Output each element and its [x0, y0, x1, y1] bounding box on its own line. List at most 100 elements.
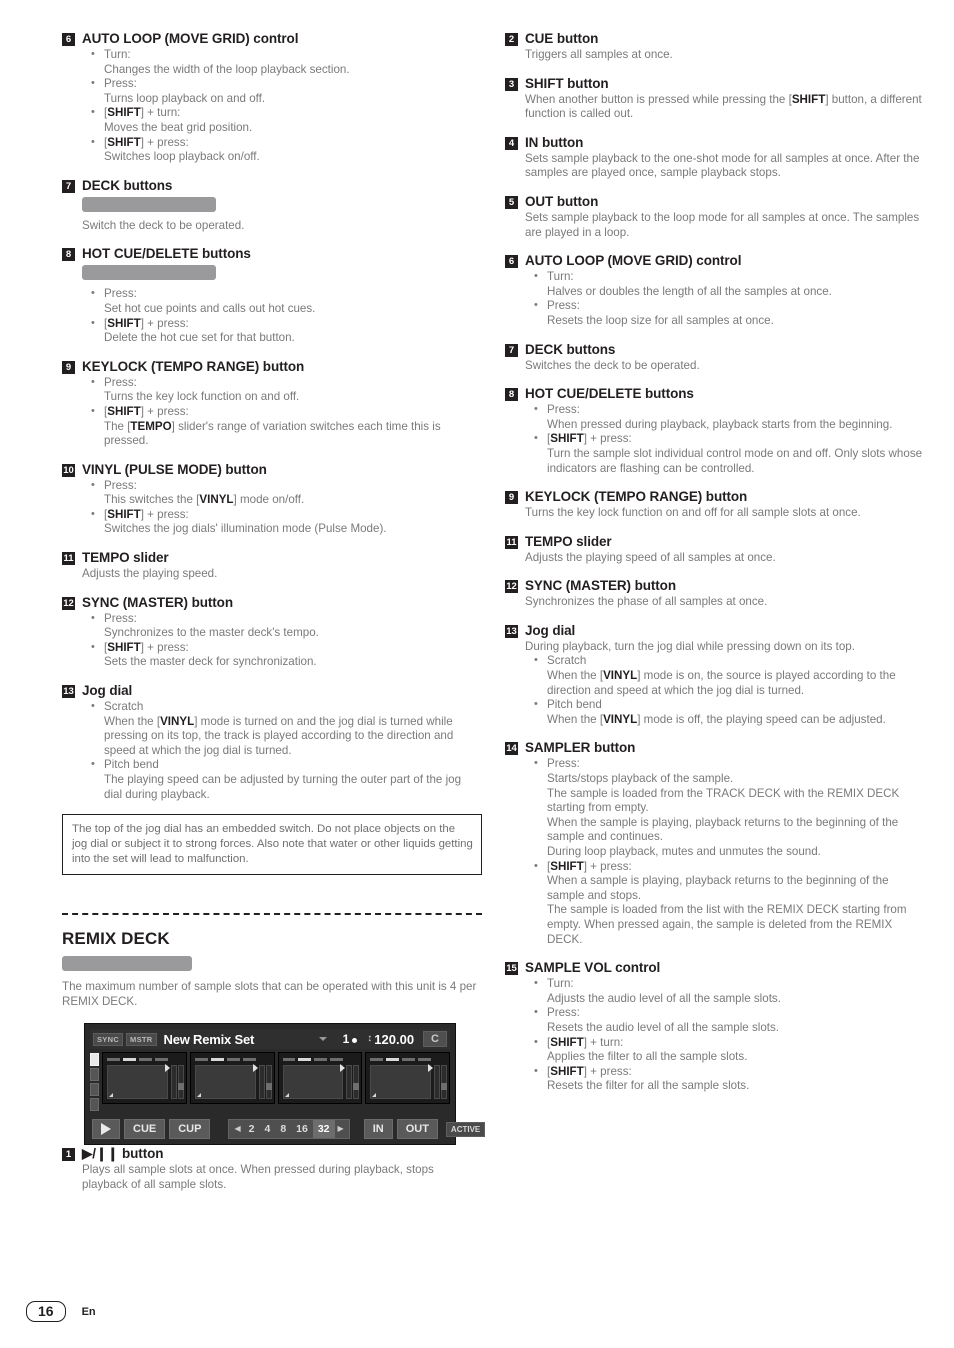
slot-led-icon — [90, 1083, 99, 1097]
slot-play-icon — [428, 1064, 433, 1073]
bullet-text: When the [VINYL] mode is on, the source … — [547, 669, 896, 697]
bullet-label: Press: — [525, 1005, 925, 1021]
slot-volume-fader[interactable] — [177, 1065, 184, 1100]
bullet-label: Press: — [82, 286, 482, 302]
entry-heading: 11 TEMPO slider — [62, 549, 482, 566]
bullet-text: Moves the beat grid position. — [104, 120, 253, 134]
slot-filter-fader[interactable] — [170, 1065, 177, 1100]
slot-volume-fader[interactable] — [353, 1065, 360, 1100]
play-button[interactable] — [92, 1119, 120, 1140]
right-column: 2 CUE button Triggers all samples at once.… — [505, 30, 925, 1106]
manual-entry: 5 OUT button Sets sample playback to the l… — [505, 193, 925, 240]
manual-entry: 2 CUE button Triggers all samples at once. — [505, 30, 925, 63]
loop-out-button[interactable]: OUT — [396, 1119, 438, 1140]
bullet-label: Press: — [82, 611, 482, 627]
entry-title: HOT CUE/DELETE buttons — [525, 386, 694, 402]
loop-size-option[interactable]: 4 — [259, 1120, 275, 1138]
loop-size-option[interactable]: 16 — [291, 1120, 313, 1138]
bullet-text: This switches the [VINYL] mode on/off. — [104, 493, 305, 507]
slot-corner-icon — [109, 1093, 113, 1098]
slot-waveform-pad[interactable] — [282, 1065, 344, 1100]
entry-number-badge: 4 — [505, 136, 518, 150]
slot-play-icon — [340, 1064, 346, 1073]
slot-indicator-column — [90, 1052, 100, 1114]
manual-entry: 8 HOT CUE/DELETE buttonsPress:When presse… — [505, 385, 925, 476]
key-button[interactable]: C — [423, 1031, 447, 1048]
bullet-text: When a sample is playing, playback retur… — [547, 874, 907, 946]
bpm-stepper-icon[interactable]: ↕ — [367, 1034, 372, 1044]
redacted-image-placeholder — [82, 265, 216, 281]
left-column: 6 AUTO LOOP (MOVE GRID) controlTurn:Chang… — [62, 30, 486, 1205]
entry-body: Plays all sample slots at once. When pre… — [82, 1163, 434, 1191]
loop-active-button[interactable]: ACTIVE — [445, 1121, 486, 1137]
loop-size-selector[interactable]: ◀ 2 4 8 16 32 ▶ — [228, 1119, 350, 1140]
cup-button[interactable]: CUP — [169, 1119, 211, 1140]
slot-filter-fader[interactable] — [346, 1065, 353, 1100]
page-language: En — [81, 1305, 96, 1318]
entry-heading: 3 SHIFT button — [505, 75, 925, 92]
bullet-text: Switches loop playback on/off. — [104, 150, 260, 164]
section-title: REMIX DECK — [62, 929, 170, 949]
slot-waveform-pad[interactable] — [107, 1065, 168, 1100]
entry-heading: 7 DECK buttons — [62, 177, 482, 194]
entry-heading: 10 VINYL (PULSE MODE) button — [62, 461, 482, 478]
loop-next-icon[interactable]: ▶ — [335, 1120, 347, 1138]
entry-number-badge: 3 — [505, 77, 518, 91]
bullet-text: Synchronizes to the master deck's tempo. — [104, 626, 319, 640]
bullet-label: Press: — [82, 375, 482, 391]
entry-title: KEYLOCK (TEMPO RANGE) button — [82, 358, 305, 374]
entry-bullet-list: Press:Turns the key lock function on and… — [82, 375, 482, 449]
entry-title: TEMPO slider — [82, 550, 169, 566]
entry-title: VINYL (PULSE MODE) button — [82, 461, 267, 477]
manual-entry: 14 SAMPLER buttonPress:Starts/stops playb… — [505, 739, 925, 947]
slot-cell-bars — [282, 1058, 344, 1062]
sample-slot[interactable] — [365, 1052, 450, 1105]
bullet-label: Turn: — [82, 47, 482, 63]
entry-body: Synchronizes the phase of all samples at… — [525, 595, 768, 609]
entry-title: DECK buttons — [82, 177, 173, 193]
sample-slot[interactable] — [102, 1052, 187, 1105]
sample-slot[interactable] — [277, 1052, 363, 1105]
entry-number-badge: 9 — [505, 491, 518, 505]
sync-button[interactable]: SYNC — [93, 1032, 124, 1046]
bullet-text: The [TEMPO] slider's range of variation … — [104, 419, 441, 448]
slot-volume-fader[interactable] — [441, 1065, 447, 1100]
slot-play-icon — [252, 1064, 258, 1073]
master-button[interactable]: MSTR — [126, 1032, 157, 1046]
chevron-down-icon[interactable] — [318, 1037, 327, 1042]
slot-waveform-pad[interactable] — [370, 1065, 431, 1100]
slot-filter-fader[interactable] — [434, 1065, 440, 1100]
bullet-label: [SHIFT] + press: — [525, 431, 925, 447]
entry-body: Adjusts the playing speed of all samples… — [525, 550, 776, 564]
bullet-text: When the [VINYL] mode is off, the playin… — [547, 712, 886, 726]
bullet-label: Pitch bend — [82, 757, 482, 773]
entry-title: SYNC (MASTER) button — [525, 578, 676, 594]
entry-number-badge: 1 — [62, 1148, 75, 1162]
manual-page: 6AUTO LOOP (MOVE GRID) controlTurn:Chang… — [0, 0, 954, 1348]
manual-entry: 8 HOT CUE/DELETE buttons Press:Set hot cue… — [62, 245, 482, 345]
entry-bullet-list: Press:Synchronizes to the master deck's … — [82, 611, 482, 670]
entry-heading: 13 Jog dial — [505, 622, 925, 639]
manual-entry: 1 ▶/❙❙ button Plays all sample slots at on… — [62, 1145, 482, 1192]
remix-deck-header: SYNC MSTR New Remix Set 1 ↕ 120.00 C — [90, 1029, 450, 1050]
loop-size-option[interactable]: 2 — [244, 1120, 260, 1138]
manual-entry: 9 KEYLOCK (TEMPO RANGE) buttonPress:Turns… — [62, 358, 482, 449]
redacted-image-placeholder — [62, 956, 192, 972]
entry-title: SAMPLER button — [525, 740, 636, 756]
slot-filter-fader[interactable] — [258, 1065, 265, 1100]
loop-size-option[interactable]: 8 — [275, 1120, 291, 1138]
bullet-text: When the [VINYL] mode is turned on and t… — [104, 714, 454, 757]
entry-number-badge: 5 — [505, 195, 518, 209]
loop-prev-icon[interactable]: ◀ — [231, 1120, 243, 1138]
redacted-image-placeholder — [82, 196, 216, 212]
loop-in-button[interactable]: IN — [363, 1119, 393, 1140]
slot-volume-fader[interactable] — [265, 1065, 272, 1100]
bullet-label: Pitch bend — [525, 697, 925, 713]
sample-slot[interactable] — [189, 1052, 275, 1105]
page-footer: 16 En — [26, 1301, 96, 1322]
manual-entry: 7 DECK buttons Switch the deck to be opera… — [62, 177, 482, 234]
entry-number-badge: 6 — [62, 33, 75, 46]
loop-size-option[interactable]: 32 — [312, 1120, 335, 1139]
cue-button[interactable]: CUE — [124, 1119, 166, 1140]
slot-waveform-pad[interactable] — [194, 1065, 256, 1100]
